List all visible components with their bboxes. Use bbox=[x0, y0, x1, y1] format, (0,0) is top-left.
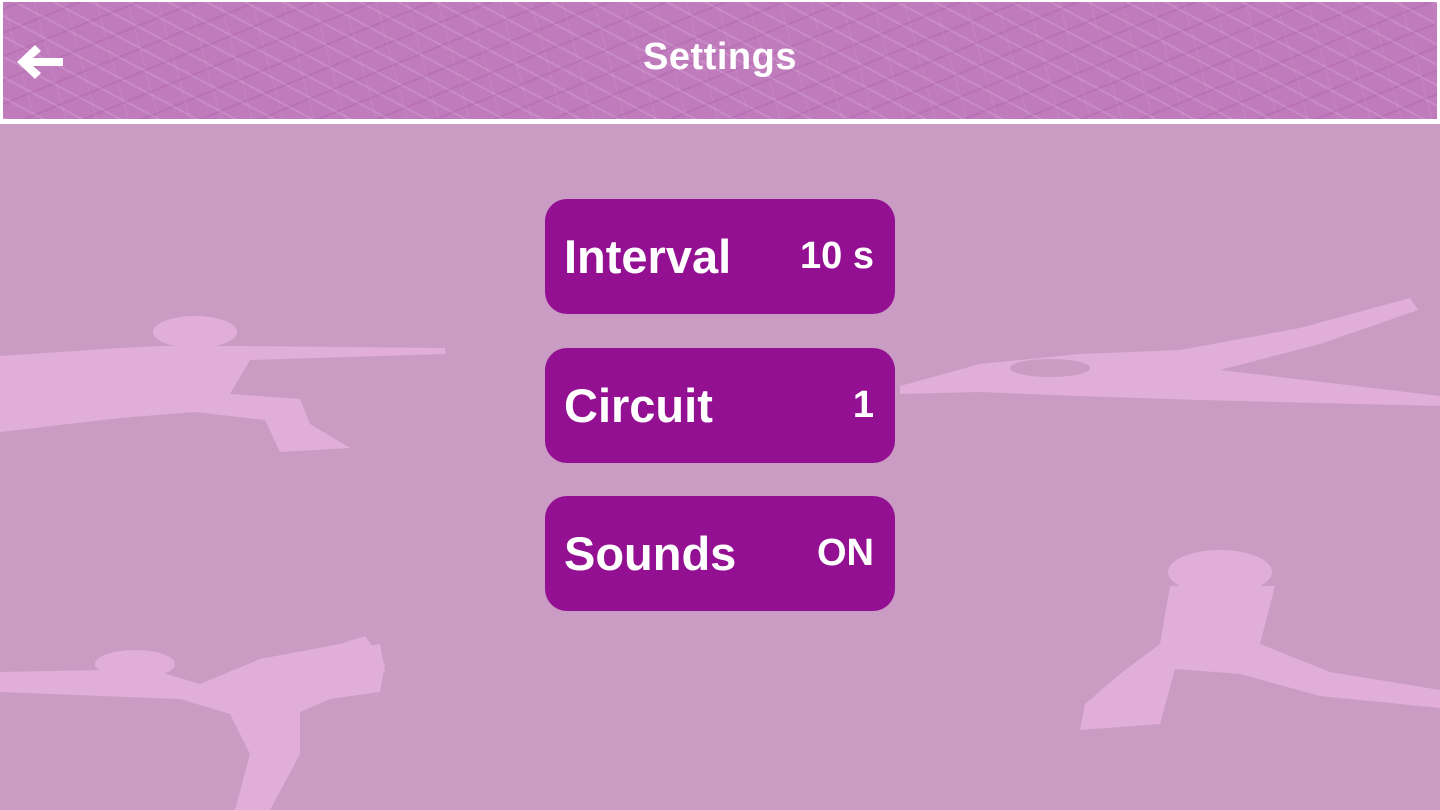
header-bar: Settings bbox=[3, 2, 1437, 119]
circuit-setting-button[interactable]: Circuit 1 bbox=[545, 348, 895, 463]
sounds-setting-button[interactable]: Sounds ON bbox=[545, 496, 895, 611]
circuit-value: 1 bbox=[852, 384, 874, 426]
sounds-label: Sounds bbox=[564, 527, 737, 580]
interval-setting-button[interactable]: Interval 10 s bbox=[545, 199, 895, 314]
sounds-value: ON bbox=[817, 532, 874, 574]
circuit-label: Circuit bbox=[564, 379, 713, 432]
interval-label: Interval bbox=[564, 230, 732, 283]
page-title: Settings bbox=[643, 36, 797, 78]
interval-value: 10 s bbox=[800, 235, 874, 277]
